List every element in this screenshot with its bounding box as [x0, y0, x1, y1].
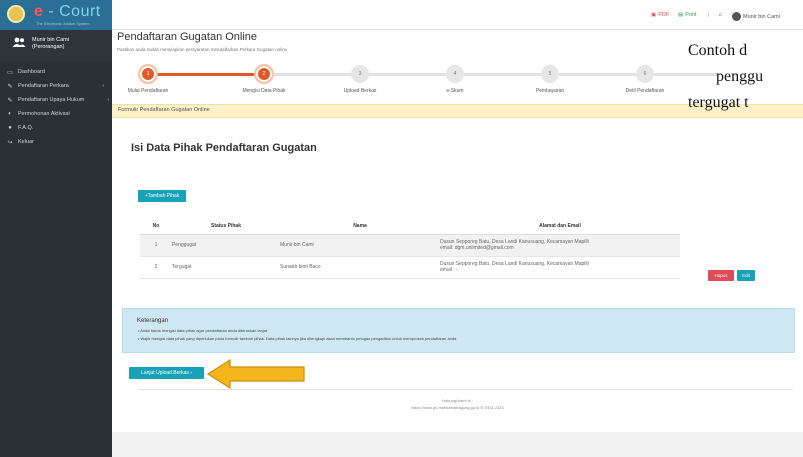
bell-icon[interactable]: ♫ — [718, 12, 722, 18]
sidebar-item-pendaftaran-perkara[interactable]: ✎ Pendaftaran Perkara ‹ — [0, 80, 112, 92]
footer-contact[interactable]: https://www.pn-mahkamahagung.go.id ✆ 043… — [112, 405, 803, 410]
user-menu[interactable]: Munir bin Cami — [732, 12, 780, 21]
column-header: Alamat dan Email — [440, 219, 680, 235]
edit-icon: ✎ — [7, 83, 13, 90]
page-subtitle: Pastikan anda sudah menyiapkan persyarat… — [117, 47, 288, 52]
column-header: Nama — [280, 219, 440, 235]
delete-button[interactable]: Hapus — [708, 270, 734, 281]
step-6[interactable]: 6 — [636, 65, 654, 83]
section-title: Isi Data Pihak Pendaftaran Gugatan — [131, 142, 317, 154]
logout-icon: ↪ — [7, 139, 13, 146]
logo-emblem-icon — [7, 5, 25, 23]
toggle-icon: ◐ — [8, 111, 12, 117]
app-tagline: The Electronic Justice System — [36, 21, 90, 26]
info-box-title: Keterangan — [137, 318, 169, 324]
chevron-left-icon: ‹ — [107, 97, 109, 103]
app-logo[interactable]: e - Court — [34, 3, 101, 21]
cell-alamat: Dusun Sepporeg Batu, Desa Landi Kanusuan… — [440, 256, 680, 279]
sidebar-item-dashboard[interactable]: ▭ Dashboard — [0, 66, 112, 78]
column-header: Status Pihak — [172, 219, 280, 235]
step-4[interactable]: 4 — [446, 65, 464, 83]
user-name: Munir bin Cami (Perorangan) — [32, 37, 69, 50]
add-party-button[interactable]: +Tambah Pihak — [138, 190, 186, 202]
page-bottom — [112, 432, 803, 457]
divider: | — [708, 12, 710, 18]
user-group-icon — [12, 37, 26, 47]
chevron-left-icon: ‹ — [102, 83, 104, 89]
footer-contact-label: Hubungi kami di : — [442, 398, 473, 403]
sidebar-item-keluar[interactable]: ↪ Keluar — [0, 136, 112, 148]
top-bar — [112, 0, 803, 30]
cell-alamat: Dusun Sepporeg Batu, Desa Landi Kanusuan… — [440, 234, 680, 257]
stepper-progress-line — [148, 73, 264, 76]
table-row: 1 Penggugat Munir bin Cami Dusun Seppore… — [140, 234, 680, 257]
cell-status: Tergugat — [172, 256, 280, 279]
print-button[interactable]: ▤ Print — [678, 12, 697, 18]
cell-no: 1 — [140, 234, 172, 257]
step-label: Mengisi Data Pihak — [242, 88, 286, 94]
cell-no: 2 — [140, 256, 172, 279]
info-item: • Anda harus mengisi data pihak agar pen… — [138, 328, 268, 333]
table-header-row: No Status Pihak Nama Alamat dan Email — [140, 219, 680, 235]
info-item: • Wajib mengisi data pihak yang diperluk… — [138, 336, 457, 341]
document-caption: Contoh d penggu tergugat t — [688, 42, 764, 111]
step-label: Mulai Pendaftaran — [127, 88, 169, 94]
print-icon: ▤ — [678, 12, 684, 18]
step-label: e-Skum — [446, 88, 464, 94]
step-label: Upload Berkas — [343, 88, 377, 94]
step-2[interactable]: 2 — [254, 64, 274, 84]
info-icon: ● — [8, 125, 12, 131]
pdf-icon: ▣ — [651, 12, 657, 18]
party-table: No Status Pihak Nama Alamat dan Email 1 … — [140, 219, 680, 279]
next-upload-button[interactable]: Lanjut Upload Berkas › — [129, 367, 204, 379]
sidebar-item-permohonan-aktivasi[interactable]: ◐ Permohonan Aktivasi — [0, 108, 112, 120]
avatar — [732, 12, 741, 21]
sidebar-item-pendaftaran-upaya-hukum[interactable]: ✎ Pendaftaran Upaya Hukum ‹ — [0, 94, 112, 106]
page-title: Pendaftaran Gugatan Online — [117, 31, 258, 43]
step-5[interactable]: 5 — [541, 65, 559, 83]
chevron-right-icon: › — [190, 370, 192, 376]
form-bar-title: Formulir Pendaftaran Gugatan Online — [118, 107, 210, 113]
pointer-arrow-icon — [206, 359, 305, 389]
step-label: Pembayaran — [535, 88, 565, 94]
cell-nama: Munir bin Cami — [280, 234, 440, 257]
step-1[interactable]: 1 — [138, 64, 158, 84]
monitor-icon: ▭ — [7, 69, 13, 76]
edit-button[interactable]: Edit — [737, 270, 755, 281]
footer-divider — [138, 389, 793, 390]
cell-nama: Sunaeb binti Baco — [280, 256, 440, 279]
cell-status: Penggugat — [172, 234, 280, 257]
step-3[interactable]: 3 — [351, 65, 369, 83]
table-row: 2 Tergugat Sunaeb binti Baco Dusun Seppo… — [140, 256, 680, 279]
step-label: Detil Pendaftaran — [625, 88, 665, 94]
sidebar-item-faq[interactable]: ● F.A.Q. — [0, 122, 112, 134]
edit-icon: ✎ — [7, 97, 13, 104]
column-header: No — [140, 219, 172, 235]
pdf-button[interactable]: ▣ PDF — [651, 12, 669, 18]
